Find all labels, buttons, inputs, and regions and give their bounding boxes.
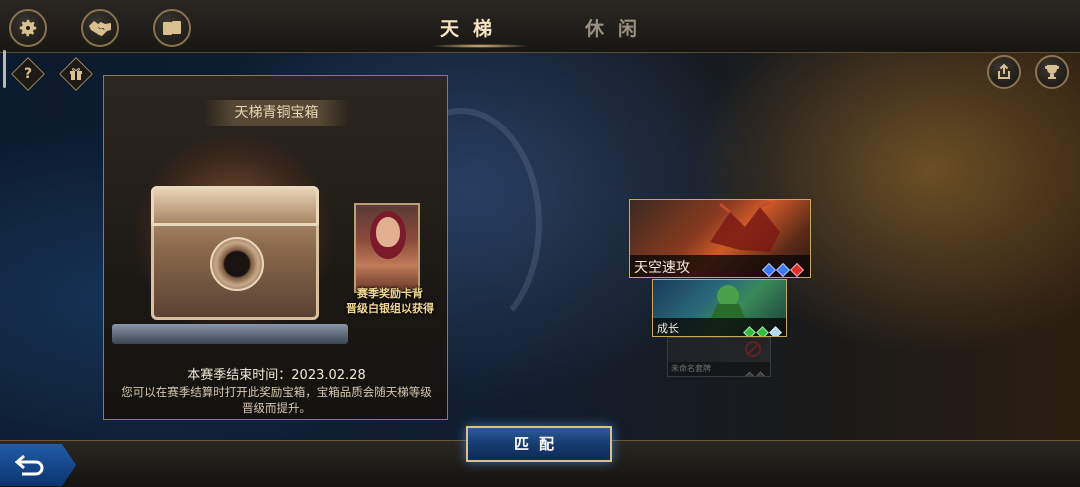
white-gem-icon [769,326,782,336]
deck-label: 天空速攻 [630,255,810,277]
deck-item[interactable]: 天空速攻 [629,199,811,278]
dragon-art [710,202,780,252]
help-icon: ? [23,66,33,82]
chest-pedestal [112,324,348,344]
back-button[interactable] [0,444,76,486]
chest-lid [151,186,319,226]
bronze-chest-image[interactable] [151,186,319,320]
unavailable-icon [745,341,761,357]
deck-mana-gems [742,365,766,376]
scroll-indicator [3,50,6,88]
match-button[interactable]: 匹配 [466,426,612,462]
friends-button[interactable] [81,9,119,47]
orc-art [711,285,745,318]
gray-gem-icon [744,371,755,376]
deck-name: 成长 [657,322,679,335]
chest-lock [210,237,264,291]
card-back-caption: 赛季奖励卡背 晋级白银组以获得 [340,286,440,316]
season-reward-panel: 天梯青铜宝箱 赛季奖励卡背 晋级白银组以获得 本赛季结束时间：2023.02.2… [103,75,448,420]
tab-ladder[interactable]: 天梯 [440,14,506,41]
cards-icon [163,21,181,35]
share-button[interactable] [987,55,1021,89]
deck-item[interactable]: 成长 [652,279,787,337]
deck-mana-gems [760,260,805,277]
reward-chest-title: 天梯青铜宝箱 [204,100,349,126]
collection-button[interactable] [153,9,191,47]
active-tab-glow [430,44,530,48]
card-portrait-face [376,217,400,247]
card-back-caption-line1: 赛季奖励卡背 [357,287,423,300]
season-card-back-image[interactable] [354,203,420,293]
red-gem-icon [789,262,805,277]
gift-icon [65,63,87,85]
deck-mana-gems [741,322,782,336]
help-button[interactable]: ? [11,57,45,91]
reward-description: 您可以在赛季结算时打开此奖励宝箱，宝箱品质会随天梯等级晋级而提升。 [121,385,432,415]
deck-name: 天空速攻 [634,260,690,276]
deck-item-disabled[interactable]: 未命名套牌 [667,337,771,377]
trophy-icon [1045,65,1059,79]
handshake-icon [89,21,111,36]
gift-button[interactable] [59,57,93,91]
leaderboard-button[interactable] [1035,55,1069,89]
deck-label: 成长 [653,318,786,336]
settings-button[interactable] [9,9,47,47]
blue-gem-icon [761,262,777,277]
back-arrow-icon [14,454,44,476]
tab-casual[interactable]: 休闲 [585,14,651,41]
blue-gem-icon [775,262,791,277]
gear-icon [19,19,37,37]
gray-gem-icon [755,371,766,376]
deck-name: 未命名套牌 [671,364,711,373]
share-icon [998,63,1010,79]
season-end-time: 本赛季结束时间：2023.02.28 [187,368,366,383]
green-gem-icon [743,326,756,336]
card-back-caption-line2: 晋级白银组以获得 [346,302,434,315]
green-gem-icon [756,326,769,336]
deck-label: 未命名套牌 [668,362,770,376]
